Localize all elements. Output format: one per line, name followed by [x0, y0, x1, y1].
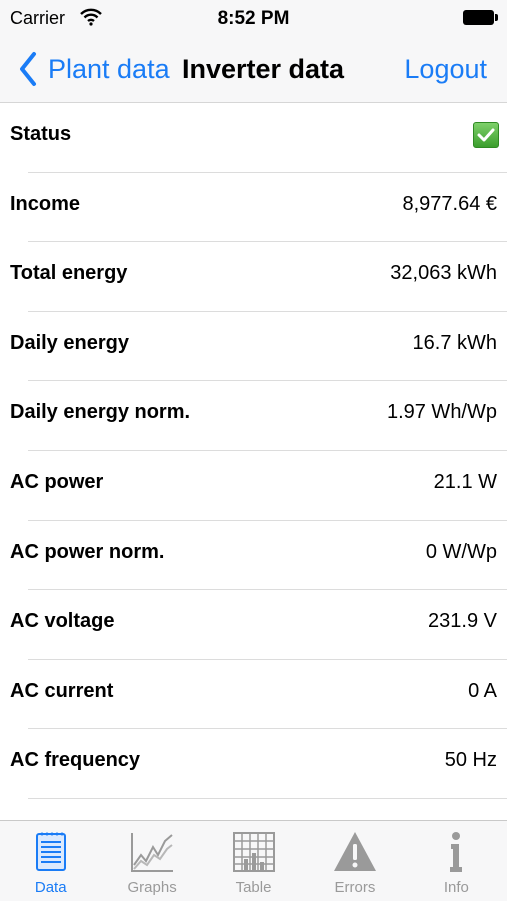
tab-bar: Data Graphs Table Errors Info	[0, 820, 507, 901]
list-item-daily-energy: Daily energy 16.7 kWh	[0, 312, 507, 382]
line-graph-icon	[131, 833, 174, 872]
tab-data[interactable]: Data	[0, 821, 101, 901]
list-item-ac-power-norm: AC power norm. 0 W/Wp	[0, 521, 507, 591]
list-item-ac-frequency: AC frequency 50 Hz	[0, 729, 507, 799]
info-icon	[450, 832, 463, 872]
row-label: Daily energy	[10, 331, 129, 354]
row-value: 16.7 kWh	[412, 331, 497, 354]
status-bar: Carrier 8:52 PM	[0, 0, 507, 38]
back-button-label: Plant data	[48, 53, 170, 84]
list-item-status: Status	[0, 103, 507, 173]
row-value: 8,977.64 €	[402, 192, 497, 215]
row-label: AC voltage	[10, 610, 115, 633]
row-label: Daily energy norm.	[10, 401, 191, 424]
tab-info[interactable]: Info	[406, 821, 507, 901]
chevron-left-icon	[20, 52, 36, 86]
tab-label: Data	[34, 879, 67, 896]
row-value: 0 A	[468, 679, 497, 702]
row-value: 50 Hz	[444, 749, 497, 772]
back-button[interactable]: Plant data	[16, 51, 170, 87]
row-label: Status	[10, 123, 72, 145]
list-item-total-energy: Total energy 32,063 kWh	[0, 242, 507, 312]
check-icon	[473, 122, 499, 148]
row-value: 21.1 W	[433, 470, 497, 493]
tab-errors[interactable]: Errors	[304, 821, 405, 901]
warning-icon	[333, 832, 376, 871]
list-item-daily-energy-norm: Daily energy norm. 1.97 Wh/Wp	[0, 381, 507, 451]
tab-table[interactable]: Table	[203, 821, 304, 901]
logout-button[interactable]: Logout	[404, 54, 487, 85]
tab-label: Table	[235, 879, 272, 896]
navigation-bar: Plant data Inverter data Logout	[0, 38, 507, 103]
list-item-income: Income 8,977.64 €	[0, 173, 507, 243]
notepad-icon	[35, 832, 66, 871]
row-label: AC current	[10, 679, 114, 702]
row-label: AC power norm.	[10, 540, 165, 563]
row-label: Income	[10, 192, 81, 215]
page-title: Inverter data	[182, 54, 345, 84]
list-item-ac-voltage: AC voltage 231.9 V	[0, 590, 507, 660]
tab-label: Info	[443, 879, 469, 896]
list-item-ac-current: AC current 0 A	[0, 660, 507, 730]
list-item-ac-power: AC power 21.1 W	[0, 451, 507, 521]
row-label: AC power	[10, 470, 104, 493]
battery-icon	[463, 10, 498, 25]
inverter-data-list: Status Income 8,977.64 € Total energy 32…	[0, 103, 507, 799]
row-label: Total energy	[10, 262, 128, 285]
tab-label: Errors	[334, 879, 376, 896]
row-divider	[28, 797, 507, 799]
tab-graphs[interactable]: Graphs	[101, 821, 202, 901]
row-value: 231.9 V	[428, 610, 497, 633]
tab-label: Graphs	[127, 879, 177, 896]
table-icon	[232, 832, 275, 872]
row-label: AC frequency	[10, 749, 141, 772]
row-value: 1.97 Wh/Wp	[386, 401, 497, 424]
clock: 8:52 PM	[217, 8, 290, 29]
row-value: 32,063 kWh	[390, 262, 497, 285]
row-value: 0 W/Wp	[425, 540, 497, 563]
